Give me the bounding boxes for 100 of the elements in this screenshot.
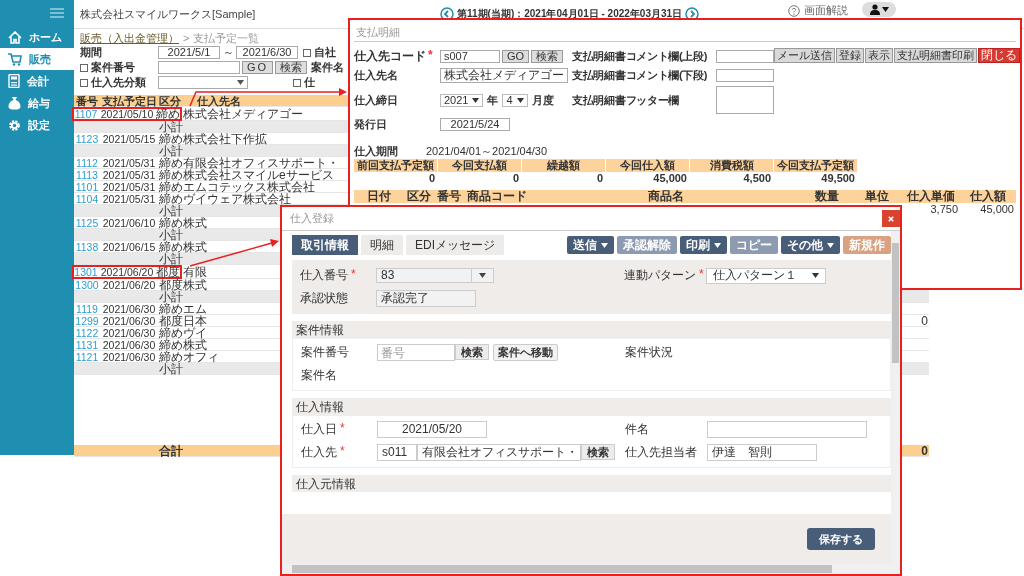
checkbox[interactable] — [80, 78, 88, 87]
move-to-project-button[interactable]: 案件へ移動 — [493, 344, 558, 361]
caret-icon — [237, 80, 244, 85]
table-cell: 締め — [158, 339, 182, 351]
toolbar-button[interactable]: 登録 — [836, 48, 864, 63]
close-button[interactable]: 閉じる — [978, 48, 1020, 63]
contact-field[interactable]: 伊達 智則 — [707, 444, 817, 461]
pattern-select[interactable]: 仕入パターン１ — [706, 267, 826, 284]
caret-icon — [516, 97, 524, 103]
table-cell-text: ヴイウェア株式会社 — [183, 193, 291, 205]
column-header: 商品コード — [464, 190, 530, 203]
purchase-period: 2021/04/01～2021/04/30 — [426, 144, 548, 159]
field-label: 仕入先名 — [354, 68, 399, 83]
table-cell-text: 2021/06/10 — [101, 217, 157, 229]
table-cell-text: 45,000 — [652, 172, 688, 185]
search-button[interactable]: 検索 — [531, 50, 564, 63]
checkbox[interactable] — [293, 78, 301, 87]
checkbox[interactable] — [303, 48, 311, 57]
help-icon[interactable] — [788, 4, 800, 17]
go-button[interactable]: GO — [242, 61, 274, 74]
table-cell: エムコテックス株式会社 — [182, 181, 316, 193]
table-cell-text: 2021/05/10 — [99, 109, 155, 119]
search-button[interactable]: 検索 — [581, 444, 615, 460]
close-button[interactable] — [882, 210, 900, 227]
caret-icon — [479, 273, 486, 278]
unit-label: 月度 — [531, 92, 554, 108]
action-button[interactable]: 送信 — [567, 236, 614, 254]
table-cell-text: 0 — [920, 445, 929, 457]
action-button[interactable]: 印刷 — [680, 236, 727, 254]
comment-field[interactable] — [716, 50, 774, 63]
user-menu-button[interactable] — [862, 2, 896, 17]
save-button[interactable]: 保存する — [807, 528, 875, 550]
date-field[interactable]: 2021/5/1 — [158, 46, 220, 59]
column-header: 今回支払額 — [438, 159, 522, 172]
field-label: 支払明細書コメント欄(上段) — [572, 49, 709, 64]
search-button[interactable]: 検索 — [275, 61, 308, 74]
field-label: 案件名 — [301, 367, 337, 384]
date-field[interactable]: 2021/05/20 — [377, 421, 487, 438]
footer-text-area[interactable] — [716, 86, 774, 114]
company-title: 株式会社スマイルワークス[Sample] — [80, 6, 257, 22]
breadcrumb-link[interactable]: 販売（入出金管理） — [80, 30, 179, 45]
comment-field[interactable] — [716, 69, 774, 82]
search-button[interactable]: 検索 — [455, 344, 489, 360]
supplier-code-field[interactable]: s007 — [440, 50, 500, 63]
table-cell-text: 有限 — [183, 266, 208, 278]
toolbar-button[interactable]: 支払明細書印刷 — [894, 48, 977, 63]
supplier-name-field[interactable]: 株式会社メディアゴー — [440, 68, 568, 83]
project-number-field[interactable]: 番号 — [377, 344, 455, 361]
window-title: 仕入登録 — [290, 211, 334, 226]
month-select[interactable]: 4 — [502, 93, 528, 107]
toolbar-button[interactable]: 表示 — [865, 48, 893, 63]
number-combo-field[interactable]: 83 — [376, 268, 494, 283]
table-cell-text: 0 — [511, 172, 520, 185]
issue-date-field[interactable]: 2021/5/24 — [440, 118, 510, 131]
sidebar-item[interactable]: 販売 — [0, 48, 74, 70]
date-field[interactable]: 2021/6/30 — [236, 46, 298, 59]
window-title: 支払明細 — [354, 20, 1016, 42]
tab[interactable]: EDIメッセージ — [406, 235, 504, 255]
column-header: 消費税額 — [690, 159, 774, 172]
project-number-field[interactable] — [158, 61, 240, 74]
checkbox[interactable] — [80, 63, 88, 72]
table-cell-text: 0 — [427, 172, 436, 185]
sidebar-item[interactable]: 設定 — [0, 114, 74, 136]
supplier-name-field[interactable]: 有限会社オフィスサポート・ — [417, 444, 581, 461]
action-button[interactable]: その他 — [781, 236, 840, 254]
table-cell: 締め — [158, 181, 182, 193]
subject-field[interactable] — [707, 421, 867, 438]
help-link[interactable]: 画面解説 — [804, 3, 848, 18]
go-button[interactable]: GO — [502, 50, 530, 63]
field-label: 仕入先担当者 — [625, 444, 697, 461]
year-select[interactable]: 2021 — [440, 93, 484, 107]
horizontal-scrollbar[interactable] — [282, 564, 900, 574]
toolbar-button[interactable]: メール送信 — [774, 48, 835, 63]
table-cell-text: 都度 — [159, 279, 182, 291]
column-header: 区分 — [404, 190, 434, 203]
status-field: 承認完了 — [376, 290, 476, 307]
required-mark: * — [699, 267, 704, 283]
table-cell-text: 日本 — [183, 315, 208, 327]
vertical-scrollbar[interactable] — [891, 231, 900, 564]
field-label: 仕入先 — [301, 444, 337, 461]
column-header: 単位 — [852, 190, 902, 203]
tab[interactable]: 取引情報 — [292, 235, 358, 255]
subtotal-label: 小計 — [158, 229, 182, 241]
supplier-code-field[interactable]: s011 — [377, 444, 417, 461]
column-header: 数量 — [802, 190, 852, 203]
sidebar-item[interactable]: 給与 — [0, 92, 74, 114]
required-mark: * — [340, 444, 345, 460]
sidebar-item[interactable]: 会計 — [0, 70, 74, 92]
supplier-class-select[interactable] — [158, 76, 248, 89]
table-cell-text: 2021/06/30 — [101, 339, 157, 351]
table-cell: 株式 — [182, 279, 208, 291]
column-header: 仕入額 — [960, 190, 1016, 203]
table-cell-text: 2021/06/20 — [99, 267, 155, 277]
menu-icon[interactable] — [50, 8, 64, 18]
tab[interactable]: 明細 — [361, 235, 403, 255]
caret-icon — [881, 7, 889, 12]
section-header: 仕入情報 — [292, 398, 891, 415]
checkbox-label: 仕 — [304, 75, 315, 90]
sidebar-item[interactable]: ホーム — [0, 26, 74, 48]
table-cell-text: 株式 — [183, 217, 208, 229]
